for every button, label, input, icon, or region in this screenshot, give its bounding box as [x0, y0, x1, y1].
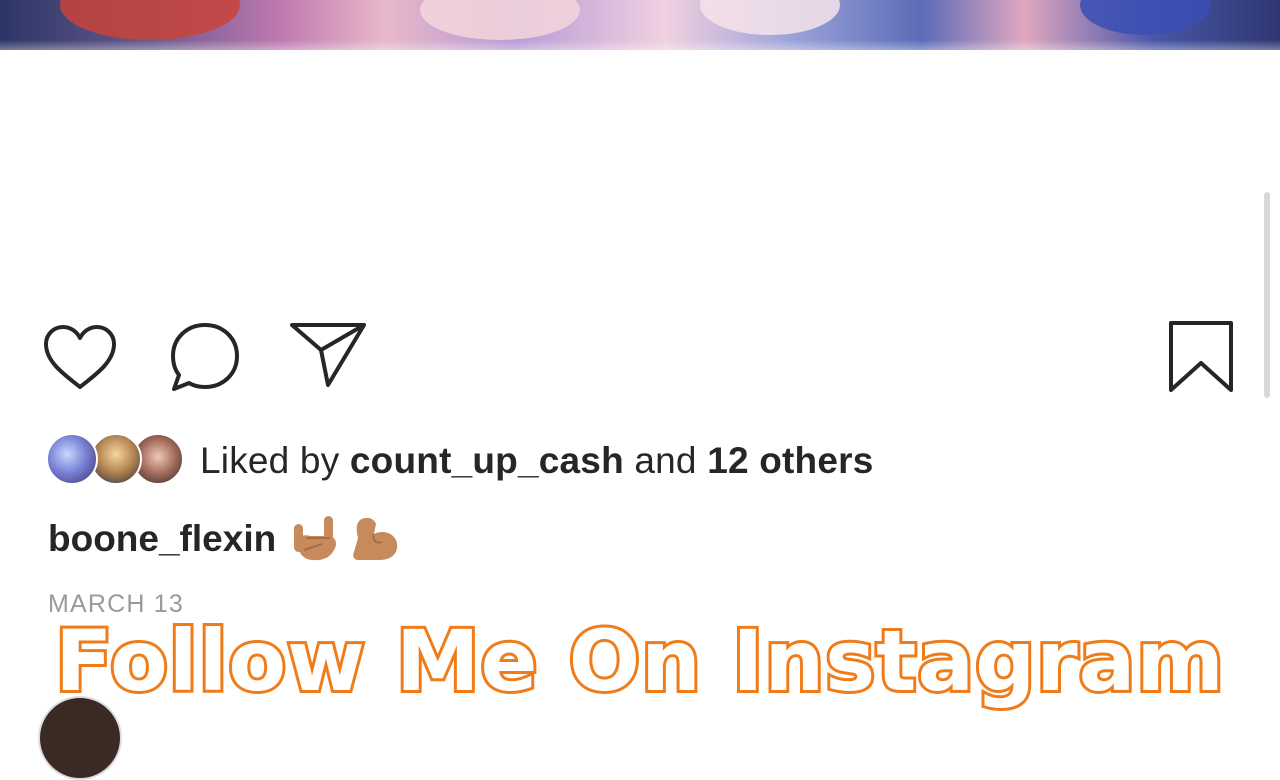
liked-by-middle: and [623, 440, 708, 481]
bookmark-icon[interactable] [1166, 319, 1236, 395]
paper-plane-icon[interactable] [288, 319, 368, 389]
caption-username-link[interactable]: boone_flexin [48, 518, 276, 560]
liked-by-user-link[interactable]: count_up_cash [350, 440, 624, 481]
liked-by-others-link[interactable]: 12 others [707, 440, 873, 481]
comment-icon[interactable] [168, 320, 242, 394]
post-caption: boone_flexin [48, 514, 402, 564]
image-detail [700, 0, 840, 35]
liked-by-text: Liked by count_up_cash and 12 others [200, 440, 874, 482]
post-image[interactable] [0, 0, 1280, 50]
likes-summary[interactable]: Liked by count_up_cash and 12 others [46, 432, 874, 490]
image-detail [60, 0, 240, 40]
caption-emojis [290, 514, 402, 564]
heart-icon[interactable] [42, 323, 118, 393]
liker-avatars [46, 433, 186, 489]
avatar [46, 433, 98, 485]
rock-on-hand-icon [294, 516, 337, 561]
image-fade [0, 40, 1280, 50]
flexed-biceps-icon [353, 517, 398, 560]
overlay-caption: Follow Me On Instagram [52, 609, 1227, 713]
image-detail [1080, 0, 1210, 35]
post-actions [0, 315, 1280, 395]
image-detail [420, 0, 580, 40]
liked-by-prefix: Liked by [200, 440, 350, 481]
